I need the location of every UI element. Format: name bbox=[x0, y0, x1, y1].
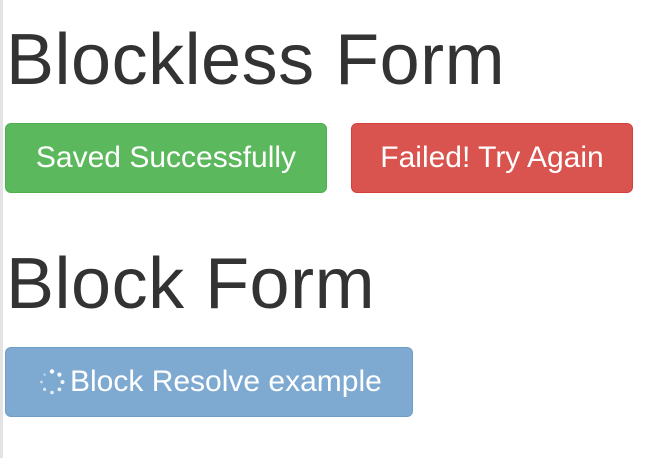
page-left-border bbox=[0, 0, 3, 458]
loading-spinner-icon bbox=[38, 368, 66, 396]
saved-successfully-label: Saved Successfully bbox=[35, 141, 297, 174]
block-resolve-example-button[interactable]: Block Resolve example bbox=[5, 347, 413, 417]
failed-try-again-label: Failed! Try Again bbox=[380, 141, 604, 174]
failed-try-again-button[interactable]: Failed! Try Again bbox=[351, 123, 633, 193]
block-resolve-example-label: Block Resolve example bbox=[70, 365, 382, 398]
block-form-heading: Block Form bbox=[6, 244, 376, 324]
blockless-form-heading: Blockless Form bbox=[6, 20, 506, 100]
saved-successfully-button[interactable]: Saved Successfully bbox=[5, 123, 327, 193]
